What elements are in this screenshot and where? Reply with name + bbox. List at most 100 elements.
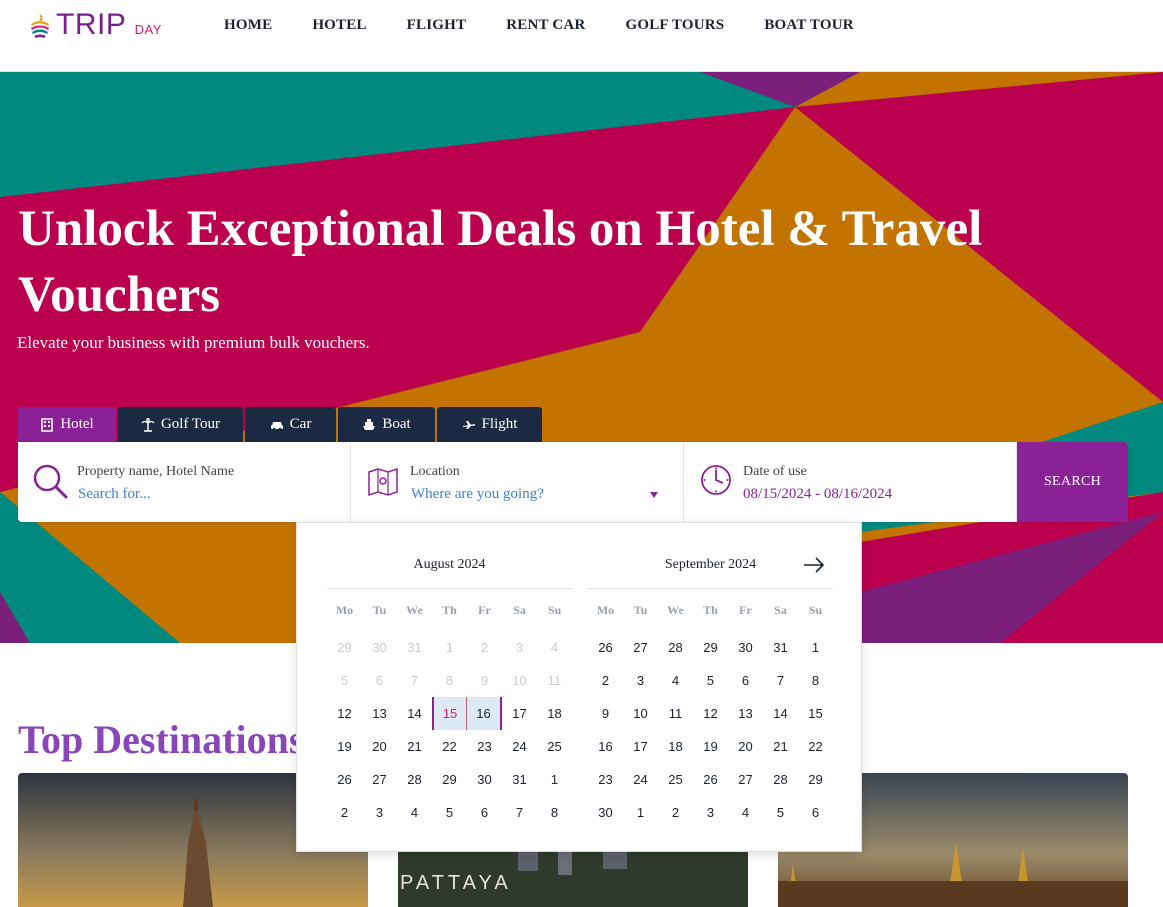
date-field[interactable]: Date of use 08/15/2024 - 08/16/2024 — [684, 442, 1017, 522]
calendar-day[interactable]: 8 — [798, 664, 833, 697]
brand-logo[interactable]: TRIP DAY — [28, 8, 162, 46]
calendar-day[interactable]: 1 — [623, 796, 658, 829]
calendar-day[interactable]: 27 — [362, 763, 397, 796]
brand-day: DAY — [134, 22, 162, 37]
calendar-day[interactable]: 6 — [467, 796, 502, 829]
calendar-day[interactable]: 27 — [623, 631, 658, 664]
calendar-day[interactable]: 22 — [798, 730, 833, 763]
calendar-grid-september: Mo Tu We Th Fr Sa Su 26 27 28 29 30 31 1 2 3 4 5 6 7 8 9 10 11 1… — [588, 603, 833, 829]
calendar-day[interactable]: 30 — [467, 763, 502, 796]
calendar-day[interactable]: 18 — [537, 697, 572, 730]
calendar-day[interactable]: 3 — [362, 796, 397, 829]
calendar-day[interactable]: 29 — [693, 631, 728, 664]
calendar-day[interactable]: 5 — [763, 796, 798, 829]
calendar-day[interactable]: 20 — [362, 730, 397, 763]
tab-flight[interactable]: Flight — [437, 407, 542, 442]
calendar-day[interactable]: 20 — [728, 730, 763, 763]
nav-flight[interactable]: FLIGHT — [407, 17, 467, 34]
calendar-day[interactable]: 28 — [658, 631, 693, 664]
nav-boat-tour[interactable]: BOAT TOUR — [764, 17, 853, 34]
calendar-day[interactable]: 27 — [728, 763, 763, 796]
calendar-day[interactable]: 21 — [763, 730, 798, 763]
calendar-day[interactable]: 5 — [693, 664, 728, 697]
calendar-day[interactable]: 26 — [693, 763, 728, 796]
calendar-day[interactable]: 19 — [327, 730, 362, 763]
calendar-day[interactable]: 2 — [327, 796, 362, 829]
property-field[interactable]: Property name, Hotel Name Search for... — [18, 442, 351, 522]
calendar-day[interactable]: 31 — [502, 763, 537, 796]
calendar-day[interactable]: 6 — [798, 796, 833, 829]
calendar-day[interactable]: 30 — [728, 631, 763, 664]
calendar-day[interactable]: 24 — [502, 730, 537, 763]
calendar-day[interactable]: 17 — [502, 697, 537, 730]
calendar-day[interactable]: 15 — [798, 697, 833, 730]
calendar-day[interactable]: 19 — [693, 730, 728, 763]
location-field[interactable]: Location Where are you going? — [351, 442, 684, 522]
calendar-day[interactable]: 25 — [537, 730, 572, 763]
tab-car[interactable]: Car — [245, 407, 336, 442]
calendar-day[interactable]: 4 — [728, 796, 763, 829]
calendar-day[interactable]: 26 — [588, 631, 623, 664]
next-month-arrow-icon[interactable] — [802, 553, 826, 577]
calendar-day[interactable]: 7 — [502, 796, 537, 829]
nav-rent-car[interactable]: RENT CAR — [506, 17, 585, 34]
property-input[interactable]: Search for... — [78, 486, 150, 503]
calendar-day[interactable]: 18 — [658, 730, 693, 763]
calendar-day[interactable]: 4 — [658, 664, 693, 697]
calendar-day[interactable]: 17 — [623, 730, 658, 763]
calendar-day[interactable]: 15 — [432, 697, 467, 730]
calendar-day[interactable]: 3 — [693, 796, 728, 829]
calendar-day[interactable]: 16 — [588, 730, 623, 763]
calendar-day[interactable]: 4 — [397, 796, 432, 829]
tab-golf-tour-label: Golf Tour — [160, 416, 221, 432]
calendar-day[interactable]: 12 — [327, 697, 362, 730]
calendar-day[interactable]: 2 — [658, 796, 693, 829]
calendar-day[interactable]: 13 — [362, 697, 397, 730]
calendar-day[interactable]: 1 — [537, 763, 572, 796]
search-icon — [33, 464, 68, 499]
calendar-day[interactable]: 28 — [763, 763, 798, 796]
calendar-day[interactable]: 22 — [432, 730, 467, 763]
calendar-day[interactable]: 1 — [798, 631, 833, 664]
calendar-day[interactable]: 26 — [327, 763, 362, 796]
chevron-down-icon[interactable] — [650, 492, 658, 498]
calendar-day[interactable]: 23 — [467, 730, 502, 763]
calendar-day[interactable]: 10 — [623, 697, 658, 730]
location-input[interactable]: Where are you going? — [411, 486, 544, 503]
calendar-day[interactable]: 31 — [763, 631, 798, 664]
calendar-day[interactable]: 28 — [397, 763, 432, 796]
calendar-day[interactable]: 12 — [693, 697, 728, 730]
site-header: TRIP DAY HOME HOTEL FLIGHT RENT CAR GOLF… — [0, 0, 1163, 72]
calendar-day[interactable]: 14 — [763, 697, 798, 730]
calendar-day[interactable]: 13 — [728, 697, 763, 730]
nav-golf-tours[interactable]: GOLF TOURS — [625, 17, 724, 34]
calendar-day[interactable]: 14 — [397, 697, 432, 730]
date-input[interactable]: 08/15/2024 - 08/16/2024 — [743, 486, 892, 503]
calendar-day[interactable]: 5 — [432, 796, 467, 829]
search-button[interactable]: SEARCH — [1017, 442, 1128, 522]
tab-golf-tour[interactable]: Golf Tour — [118, 407, 243, 442]
tab-car-label: Car — [289, 416, 312, 432]
calendar-day[interactable]: 2 — [588, 664, 623, 697]
calendar-day[interactable]: 23 — [588, 763, 623, 796]
calendar-day[interactable]: 8 — [537, 796, 572, 829]
tab-boat[interactable]: Boat — [338, 407, 435, 442]
calendar-day[interactable]: 29 — [432, 763, 467, 796]
calendar-day[interactable]: 24 — [623, 763, 658, 796]
month-title: September 2024 — [588, 543, 833, 589]
tab-hotel[interactable]: Hotel — [18, 407, 116, 442]
nav-hotel[interactable]: HOTEL — [312, 17, 366, 34]
calendar-day[interactable]: 21 — [397, 730, 432, 763]
calendar-day[interactable]: 16 — [467, 697, 502, 730]
calendar-day[interactable]: 7 — [763, 664, 798, 697]
calendar-day[interactable]: 29 — [798, 763, 833, 796]
hero-subtitle: Elevate your business with premium bulk … — [17, 333, 370, 352]
calendar-day[interactable]: 25 — [658, 763, 693, 796]
calendar-day[interactable]: 6 — [728, 664, 763, 697]
calendar-day[interactable]: 3 — [623, 664, 658, 697]
weekday-label: Fr — [739, 603, 752, 617]
nav-home[interactable]: HOME — [224, 17, 272, 34]
calendar-day[interactable]: 11 — [658, 697, 693, 730]
calendar-day[interactable]: 30 — [588, 796, 623, 829]
calendar-day[interactable]: 9 — [588, 697, 623, 730]
